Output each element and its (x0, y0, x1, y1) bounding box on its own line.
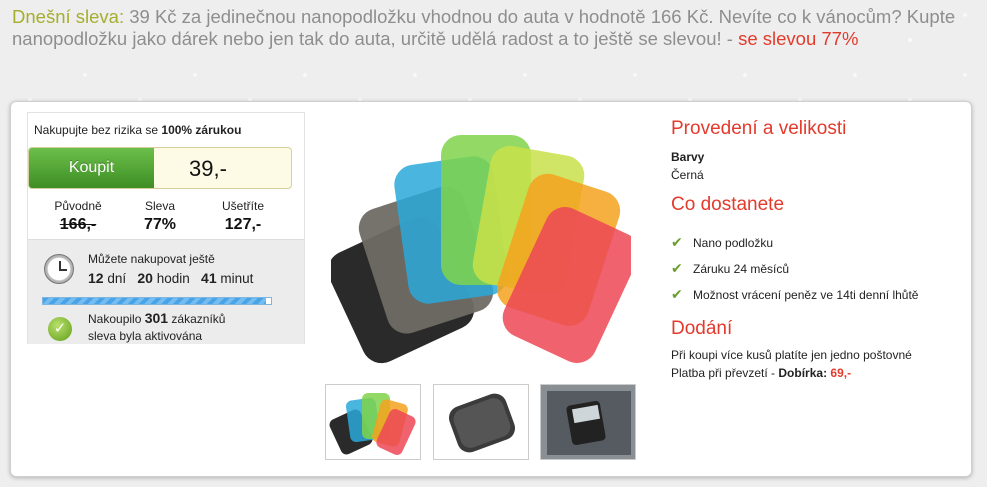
stat-original: Původně 166,- (38, 199, 118, 234)
checkmark-icon: ✔ (671, 286, 683, 302)
thumbnail-3[interactable] (540, 384, 636, 460)
stat-save-value: 127,- (224, 216, 262, 233)
checkmark-icon: ✔ (671, 234, 683, 250)
included-item: ✔ Záruku 24 měsíců (671, 260, 789, 277)
get-heading: Co dostanete (671, 194, 785, 215)
product-main-image[interactable] (331, 120, 631, 370)
guarantee-prefix: Nakupujte bez rizika se (34, 123, 162, 137)
countdown-hours-unit: hodin (156, 271, 190, 286)
included-item: ✔ Možnost vrácení peněz ve 14ti denní lhů… (671, 286, 918, 303)
checkmark-icon: ✔ (671, 260, 683, 276)
guarantee-text: Nakupujte bez rizika se 100% zárukou (34, 123, 241, 137)
delivery-line2-prefix: Platba při převzetí - (671, 366, 779, 380)
thumbnail-2[interactable] (433, 384, 529, 460)
included-item-label: Nano podložku (693, 236, 774, 250)
deal-activated: sleva byla aktivována (88, 329, 203, 343)
guarantee-bold: 100% zárukou (161, 123, 242, 137)
countdown: 12 dní 20 hodin 41 minut (88, 270, 253, 286)
stat-discount: Sleva 77% (120, 199, 200, 234)
countdown-minutes: 41 (201, 270, 217, 286)
stat-original-label: Původně (54, 199, 102, 213)
timer-panel: Můžete nakupovat ještě 12 dní 20 hodin 4… (28, 239, 304, 344)
bought-prefix: Nakoupilo (88, 312, 142, 326)
stat-original-value: 166,- (59, 216, 97, 233)
bought-suffix: zákazníků (171, 312, 226, 326)
delivery-line2: Platba při převzetí - Dobírka: 69,- (671, 366, 851, 380)
delivery-line1: Při koupi více kusů platíte jen jedno po… (671, 348, 912, 362)
variant-heading: Provedení a velikosti (671, 118, 847, 139)
stat-save-label: Ušetříte (221, 199, 264, 213)
color-label-text: Barvy (671, 150, 705, 164)
stat-discount-value: 77% (143, 216, 177, 233)
headline-discount: se slevou 77% (738, 28, 859, 49)
included-item-label: Záruku 24 měsíců (693, 262, 790, 276)
timer-label: Můžete nakupovat ještě (88, 252, 215, 266)
clock-icon (44, 254, 74, 284)
stat-discount-label: Sleva (144, 199, 176, 213)
price: 39,- (189, 156, 227, 181)
thumbnail-1[interactable] (325, 384, 421, 460)
color-value[interactable]: Černá (671, 168, 704, 182)
countdown-minutes-unit: minut (220, 271, 254, 286)
bought-number: 301 (144, 310, 169, 326)
countdown-days-unit: dní (107, 271, 127, 286)
buy-box: Koupit 39,- (28, 147, 292, 189)
included-item: ✔ Nano podložku (671, 234, 773, 251)
deal-headline: Dnešní sleva: 39 Kč za jedinečnou nanopo… (12, 6, 982, 50)
stat-save: Ušetříte 127,- (203, 199, 283, 234)
buy-panel: Nakupujte bez rizika se 100% zárukou Kou… (27, 112, 305, 344)
cod-label: Dobírka: (778, 366, 828, 380)
bought-count: Nakoupilo 301 zákazníků (88, 310, 225, 326)
color-label: Barvy (671, 150, 704, 164)
headline-lead: Dnešní sleva: (12, 6, 125, 27)
deal-card: Nakupujte bez rizika se 100% zárukou Kou… (10, 101, 972, 477)
buy-button[interactable]: Koupit (29, 148, 154, 188)
included-item-label: Možnost vrácení peněz ve 14ti denní lhůt… (693, 288, 919, 302)
countdown-days: 12 (88, 270, 104, 286)
delivery-heading: Dodání (671, 318, 733, 339)
time-progress-fill (43, 298, 267, 304)
cod-price: 69,- (830, 366, 852, 380)
time-progress-bar (42, 297, 272, 305)
countdown-hours: 20 (137, 270, 153, 286)
check-icon: ✓ (48, 317, 72, 341)
